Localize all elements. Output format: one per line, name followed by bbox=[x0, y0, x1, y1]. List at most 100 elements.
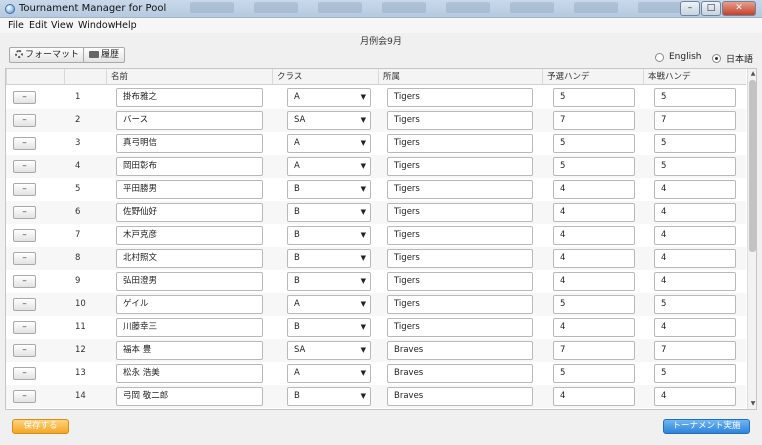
prelim-handicap-input[interactable]: 5 bbox=[553, 88, 635, 107]
main-handicap-input[interactable]: 5 bbox=[654, 134, 736, 153]
name-input[interactable]: バース bbox=[116, 111, 263, 130]
main-handicap-input[interactable]: 4 bbox=[654, 249, 736, 268]
scroll-up-arrow-icon[interactable]: ▲ bbox=[749, 70, 756, 78]
name-input[interactable]: 平田勝男 bbox=[116, 180, 263, 199]
main-handicap-input[interactable]: 4 bbox=[654, 180, 736, 199]
prelim-handicap-input[interactable]: 5 bbox=[553, 295, 635, 314]
name-input[interactable]: 川藤幸三 bbox=[116, 318, 263, 337]
delete-row-button[interactable]: – bbox=[13, 275, 36, 288]
prelim-handicap-input[interactable]: 4 bbox=[553, 203, 635, 222]
history-button[interactable]: 履歴 bbox=[83, 47, 126, 63]
delete-row-button[interactable]: – bbox=[13, 298, 36, 311]
name-input[interactable]: 岡田彰布 bbox=[116, 157, 263, 176]
class-select[interactable]: A ▼ bbox=[287, 157, 371, 176]
main-handicap-input[interactable]: 4 bbox=[654, 318, 736, 337]
class-select[interactable]: B ▼ bbox=[287, 318, 371, 337]
class-select[interactable]: B ▼ bbox=[287, 203, 371, 222]
main-handicap-input[interactable]: 5 bbox=[654, 295, 736, 314]
radio-japanese-circle[interactable] bbox=[712, 54, 721, 63]
name-input[interactable]: ゲイル bbox=[116, 295, 263, 314]
main-handicap-input[interactable]: 7 bbox=[654, 111, 736, 130]
name-input[interactable]: 掛布雅之 bbox=[116, 88, 263, 107]
prelim-handicap-input[interactable]: 5 bbox=[553, 364, 635, 383]
name-input[interactable]: 福本 豊 bbox=[116, 341, 263, 360]
scroll-thumb[interactable] bbox=[749, 80, 756, 252]
prelim-handicap-input[interactable]: 5 bbox=[553, 134, 635, 153]
main-handicap-input[interactable]: 4 bbox=[654, 226, 736, 245]
team-input[interactable]: Tigers bbox=[387, 249, 533, 268]
maximize-button[interactable]: □ bbox=[701, 1, 721, 16]
team-input[interactable]: Tigers bbox=[387, 88, 533, 107]
radio-japanese[interactable]: 日本語 bbox=[712, 52, 753, 65]
save-button[interactable]: 保存する bbox=[12, 419, 69, 434]
scroll-down-arrow-icon[interactable]: ▼ bbox=[749, 400, 756, 408]
prelim-handicap-input[interactable]: 4 bbox=[553, 387, 635, 406]
team-input[interactable]: Braves bbox=[387, 341, 533, 360]
main-handicap-input[interactable]: 5 bbox=[654, 157, 736, 176]
name-input[interactable]: 弘田澄男 bbox=[116, 272, 263, 291]
class-select[interactable]: SA ▼ bbox=[287, 341, 371, 360]
close-button[interactable]: ✕ bbox=[722, 1, 756, 16]
class-select[interactable]: A ▼ bbox=[287, 88, 371, 107]
class-select[interactable]: A ▼ bbox=[287, 134, 371, 153]
team-input[interactable]: Tigers bbox=[387, 318, 533, 337]
main-handicap-input[interactable]: 4 bbox=[654, 387, 736, 406]
team-input[interactable]: Braves bbox=[387, 364, 533, 383]
delete-row-button[interactable]: – bbox=[13, 252, 36, 265]
class-select[interactable]: B ▼ bbox=[287, 249, 371, 268]
class-select[interactable]: B ▼ bbox=[287, 180, 371, 199]
main-handicap-input[interactable]: 4 bbox=[654, 203, 736, 222]
team-input[interactable]: Tigers bbox=[387, 111, 533, 130]
class-select[interactable]: B ▼ bbox=[287, 226, 371, 245]
menu-file[interactable]: File bbox=[8, 20, 24, 31]
prelim-handicap-input[interactable]: 4 bbox=[553, 226, 635, 245]
prelim-handicap-input[interactable]: 4 bbox=[553, 180, 635, 199]
delete-row-button[interactable]: – bbox=[13, 344, 36, 357]
minimize-button[interactable]: – bbox=[680, 1, 700, 16]
name-input[interactable]: 北村照文 bbox=[116, 249, 263, 268]
name-input[interactable]: 真弓明信 bbox=[116, 134, 263, 153]
delete-row-button[interactable]: – bbox=[13, 91, 36, 104]
prelim-handicap-input[interactable]: 4 bbox=[553, 249, 635, 268]
class-select[interactable]: A ▼ bbox=[287, 364, 371, 383]
prelim-handicap-input[interactable]: 4 bbox=[553, 272, 635, 291]
prelim-handicap-input[interactable]: 5 bbox=[553, 157, 635, 176]
delete-row-button[interactable]: – bbox=[13, 367, 36, 380]
menu-view[interactable]: View bbox=[51, 20, 74, 31]
format-button[interactable]: フォーマット bbox=[9, 47, 86, 63]
name-input[interactable]: 木戸克彦 bbox=[116, 226, 263, 245]
vertical-scrollbar[interactable]: ▲ ▼ bbox=[747, 69, 756, 409]
delete-row-button[interactable]: – bbox=[13, 229, 36, 242]
radio-english-circle[interactable] bbox=[655, 52, 664, 62]
delete-row-button[interactable]: – bbox=[13, 137, 36, 150]
name-input[interactable]: 松永 浩美 bbox=[116, 364, 263, 383]
team-input[interactable]: Tigers bbox=[387, 203, 533, 222]
class-select[interactable]: B ▼ bbox=[287, 387, 371, 406]
team-input[interactable]: Tigers bbox=[387, 272, 533, 291]
delete-row-button[interactable]: – bbox=[13, 160, 36, 173]
delete-row-button[interactable]: – bbox=[13, 321, 36, 334]
delete-row-button[interactable]: – bbox=[13, 114, 36, 127]
team-input[interactable]: Tigers bbox=[387, 157, 533, 176]
team-input[interactable]: Tigers bbox=[387, 180, 533, 199]
menu-help[interactable]: Help bbox=[115, 20, 137, 31]
delete-row-button[interactable]: – bbox=[13, 206, 36, 219]
prelim-handicap-input[interactable]: 7 bbox=[553, 341, 635, 360]
main-handicap-input[interactable]: 7 bbox=[654, 341, 736, 360]
prelim-handicap-input[interactable]: 4 bbox=[553, 318, 635, 337]
menu-window[interactable]: Window bbox=[78, 20, 115, 31]
team-input[interactable]: Braves bbox=[387, 387, 533, 406]
delete-row-button[interactable]: – bbox=[13, 183, 36, 196]
class-select[interactable]: A ▼ bbox=[287, 295, 371, 314]
main-handicap-input[interactable]: 5 bbox=[654, 88, 736, 107]
main-handicap-input[interactable]: 4 bbox=[654, 272, 736, 291]
class-select[interactable]: B ▼ bbox=[287, 272, 371, 291]
name-input[interactable]: 弓岡 敬二郎 bbox=[116, 387, 263, 406]
team-input[interactable]: Tigers bbox=[387, 295, 533, 314]
name-input[interactable]: 佐野仙好 bbox=[116, 203, 263, 222]
main-handicap-input[interactable]: 5 bbox=[654, 364, 736, 383]
prelim-handicap-input[interactable]: 7 bbox=[553, 111, 635, 130]
delete-row-button[interactable]: – bbox=[13, 390, 36, 403]
radio-english[interactable]: English bbox=[655, 52, 702, 62]
team-input[interactable]: Tigers bbox=[387, 134, 533, 153]
